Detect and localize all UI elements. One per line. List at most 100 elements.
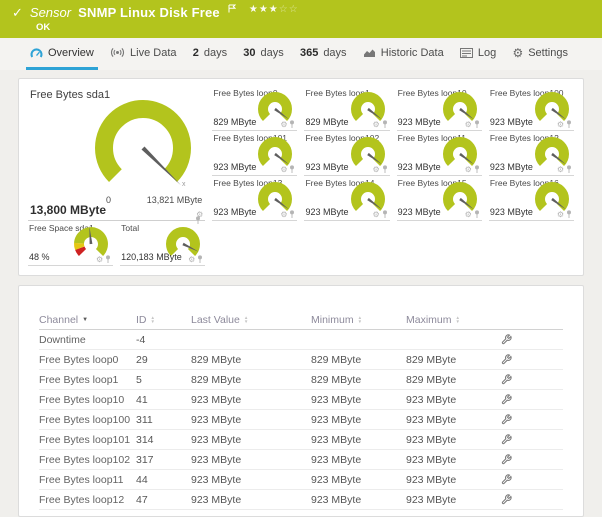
- table-row[interactable]: Free Bytes loop11 44 923 MByte 923 MByte…: [39, 470, 563, 490]
- gauge-cell-free-bytes-loop12[interactable]: Free Bytes loop12 923 MByte ⚙: [488, 131, 574, 176]
- gauge-cell-free-bytes-loop101[interactable]: Free Bytes loop101 923 MByte ⚙: [212, 131, 298, 176]
- tab-label: days: [323, 46, 347, 59]
- tab-30-days[interactable]: 30 days: [239, 38, 288, 70]
- gauge-cell-free-bytes-loop102[interactable]: Free Bytes loop102 923 MByte ⚙: [304, 131, 390, 176]
- gauge-cell-icons: ⚙: [372, 120, 387, 129]
- cell-minimum: 923 MByte: [311, 453, 362, 466]
- column-header-maximum[interactable]: Maximum ▲ ▼: [406, 314, 501, 326]
- gauge-pin-icon[interactable]: [382, 165, 388, 174]
- cell-tools: [501, 334, 563, 345]
- table-row[interactable]: Free Bytes loop0 29 829 MByte 829 MByte …: [39, 350, 563, 370]
- gauge-pin-icon[interactable]: [474, 210, 480, 219]
- cell-tools: [501, 434, 563, 445]
- cell-id: 44: [136, 473, 148, 486]
- table-row[interactable]: Free Bytes loop101 314 923 MByte 923 MBy…: [39, 430, 563, 450]
- table-row[interactable]: Free Bytes loop12 47 923 MByte 923 MByte…: [39, 490, 563, 510]
- gauge-cell-free-bytes-loop0[interactable]: Free Bytes loop0 829 MByte ⚙: [212, 86, 298, 131]
- gauge-settings-icon[interactable]: ⚙: [372, 121, 379, 129]
- gauge-value: 48 %: [29, 252, 50, 262]
- channel-settings-wrench-icon[interactable]: [501, 394, 512, 405]
- gauge-settings-icon[interactable]: ⚙: [188, 256, 195, 264]
- log-icon: [459, 47, 473, 58]
- tab-number: 30: [243, 46, 256, 59]
- channel-settings-wrench-icon[interactable]: [501, 334, 512, 345]
- gauge-cell-free-bytes-loop100[interactable]: Free Bytes loop100 923 MByte ⚙: [488, 86, 574, 131]
- gauge-settings-icon[interactable]: ⚙: [96, 256, 103, 264]
- table-row[interactable]: Free Bytes loop100 311 923 MByte 923 MBy…: [39, 410, 563, 430]
- cell-minimum: 923 MByte: [311, 473, 362, 486]
- gauge-cell-icons: ⚙: [465, 165, 480, 174]
- tab-2-days[interactable]: 2 days: [189, 38, 231, 70]
- channel-settings-wrench-icon[interactable]: [501, 434, 512, 445]
- gauge-settings-icon[interactable]: ⚙: [557, 121, 564, 129]
- gauge-settings-icon[interactable]: ⚙: [465, 121, 472, 129]
- cell-channel: Free Bytes loop0: [39, 353, 119, 366]
- gauge-pin-icon[interactable]: [105, 255, 111, 264]
- gauge-settings-icon[interactable]: ⚙: [557, 211, 564, 219]
- tab-overview[interactable]: Overview: [26, 38, 98, 70]
- table-row[interactable]: Downtime -4: [39, 330, 563, 350]
- gauge-cell-free-bytes-loop15[interactable]: Free Bytes loop15 923 MByte ⚙: [396, 176, 482, 221]
- gauge-pin-icon[interactable]: [289, 120, 295, 129]
- gauge-settings-icon[interactable]: ⚙: [465, 211, 472, 219]
- cell-channel: Free Bytes loop12: [39, 493, 125, 506]
- channel-settings-wrench-icon[interactable]: [501, 454, 512, 465]
- gauge-pin-icon[interactable]: [566, 210, 572, 219]
- priority-stars[interactable]: ★★★☆☆: [249, 2, 299, 17]
- gauge-cell-total[interactable]: Total 120,183 MByte ⚙: [120, 221, 206, 266]
- gauge-pin-icon[interactable]: [474, 165, 480, 174]
- channel-settings-wrench-icon[interactable]: [501, 474, 512, 485]
- cell-maximum: 829 MByte: [406, 373, 457, 386]
- cell-tools: [501, 454, 563, 465]
- gauge-pin-icon[interactable]: [566, 120, 572, 129]
- cell-id: 47: [136, 493, 148, 506]
- tab-live-data[interactable]: Live Data: [106, 38, 180, 70]
- tab-historic-data[interactable]: Historic Data: [359, 38, 448, 70]
- channel-table: Channel ▼ ID ▲ ▼ Last Value ▲ ▼ Minimum ▲ ▼ Maximum…: [19, 286, 583, 516]
- gauge-pin-icon[interactable]: [197, 255, 203, 264]
- gauge-settings-icon[interactable]: ⚙: [372, 211, 379, 219]
- gauge-cell-free-bytes-loop10[interactable]: Free Bytes loop10 923 MByte ⚙: [396, 86, 482, 131]
- gauge-pin-icon[interactable]: [566, 165, 572, 174]
- gauge-settings-icon[interactable]: ⚙: [465, 166, 472, 174]
- gauge-cell-icons: ⚙: [280, 210, 295, 219]
- gauge-settings-icon[interactable]: ⚙: [280, 121, 287, 129]
- gauge-settings-icon[interactable]: ⚙: [280, 211, 287, 219]
- gauge-pin-icon[interactable]: [382, 120, 388, 129]
- gauge-cell-free-bytes-loop13[interactable]: Free Bytes loop13 923 MByte ⚙: [212, 176, 298, 221]
- channel-settings-wrench-icon[interactable]: [501, 374, 512, 385]
- column-header-id[interactable]: ID ▲ ▼: [136, 314, 191, 326]
- cell-id: 311: [136, 413, 153, 426]
- gauge-settings-icon[interactable]: ⚙: [280, 166, 287, 174]
- cell-channel: Free Bytes loop1: [39, 373, 119, 386]
- tab-log[interactable]: Log: [456, 38, 500, 70]
- channel-settings-wrench-icon[interactable]: [501, 494, 512, 505]
- table-row[interactable]: Free Bytes loop10 41 923 MByte 923 MByte…: [39, 390, 563, 410]
- table-row[interactable]: Free Bytes loop102 317 923 MByte 923 MBy…: [39, 450, 563, 470]
- gauge-pin-icon[interactable]: [289, 210, 295, 219]
- gauge-cell-free-bytes-loop11[interactable]: Free Bytes loop11 923 MByte ⚙: [396, 131, 482, 176]
- gauge-cell-free-bytes-loop16[interactable]: Free Bytes loop16 923 MByte ⚙: [488, 176, 574, 221]
- tab-365-days[interactable]: 365 days: [296, 38, 351, 70]
- gauge-settings-icon[interactable]: ⚙: [372, 166, 379, 174]
- gauge-pin-icon[interactable]: [289, 165, 295, 174]
- gauge-cell-free-space-sda1[interactable]: Free Space sda1 48 % ⚙: [28, 221, 114, 266]
- gauge-pin-icon[interactable]: [474, 120, 480, 129]
- column-header-minimum[interactable]: Minimum ▲ ▼: [311, 314, 406, 326]
- gear-icon: ⚙: [512, 45, 524, 60]
- cell-tools: [501, 474, 563, 485]
- channel-settings-wrench-icon[interactable]: [501, 354, 512, 365]
- gauge-cell-free-bytes-loop14[interactable]: Free Bytes loop14 923 MByte ⚙: [304, 176, 390, 221]
- gauge-settings-icon[interactable]: ⚙: [557, 166, 564, 174]
- gauge-cell-free-bytes-loop1[interactable]: Free Bytes loop1 829 MByte ⚙: [304, 86, 390, 131]
- cell-last-value: 923 MByte: [191, 493, 242, 506]
- gauge-cell-main[interactable]: Free Bytes sda1 0 13,821 MByte x 13,800 …: [28, 86, 206, 224]
- cell-id: 41: [136, 393, 148, 406]
- gauge-pin-icon[interactable]: [382, 210, 388, 219]
- channel-settings-wrench-icon[interactable]: [501, 414, 512, 425]
- table-row[interactable]: Free Bytes loop1 5 829 MByte 829 MByte 8…: [39, 370, 563, 390]
- column-header-channel[interactable]: Channel ▼: [39, 314, 136, 326]
- tab-settings[interactable]: ⚙ Settings: [508, 38, 572, 70]
- column-header-last-value[interactable]: Last Value ▲ ▼: [191, 314, 311, 326]
- cell-channel: Free Bytes loop100: [39, 413, 131, 426]
